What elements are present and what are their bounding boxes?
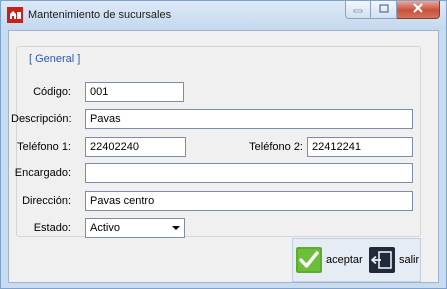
exit-button[interactable]: salir [369,245,419,275]
direccion-input[interactable]: Pavas centro [85,191,413,211]
close-button[interactable] [397,1,440,19]
maximize-button[interactable] [371,1,397,19]
direccion-label: Dirección: [22,195,71,207]
chevron-down-icon [172,226,180,230]
client-area: [ General ] Código: 001 Descripción: Pav… [8,30,439,283]
descripcion-input[interactable]: Pavas [85,109,413,129]
codigo-input[interactable]: 001 [85,82,184,102]
group-legend: [ General ] [27,53,83,65]
exit-door-icon [369,247,395,273]
accept-button[interactable]: aceptar [296,245,363,275]
estado-select[interactable]: Activo [85,218,185,238]
app-logo-icon [7,7,23,23]
general-groupbox: [ General ] Código: 001 Descripción: Pav… [11,46,421,238]
telefono1-label: Teléfono 1: [17,141,71,153]
checkmark-icon [296,247,322,273]
estado-selected-value: Activo [90,222,120,234]
encargado-input[interactable] [85,163,413,183]
action-bar: aceptar salir [292,238,421,282]
dialog-window: Mantenimiento de sucursales [ General ] [0,0,447,289]
window-title: Mantenimiento de sucursales [28,9,172,21]
descripcion-label: Descripción: [11,113,72,125]
telefono1-input[interactable]: 22402240 [85,137,186,157]
close-icon [412,3,424,16]
exit-label: salir [399,254,420,266]
accept-label: aceptar [326,254,363,266]
codigo-label: Código: [33,86,71,98]
encargado-label: Encargado: [14,167,71,179]
title-bar[interactable]: Mantenimiento de sucursales [1,1,446,30]
caption-buttons [345,1,440,19]
telefono2-label: Teléfono 2: [249,141,303,153]
telefono2-input[interactable]: 22412241 [307,137,413,157]
minimize-icon [353,4,363,16]
estado-label: Estado: [33,222,71,234]
maximize-icon [378,3,389,16]
minimize-button[interactable] [345,1,371,19]
